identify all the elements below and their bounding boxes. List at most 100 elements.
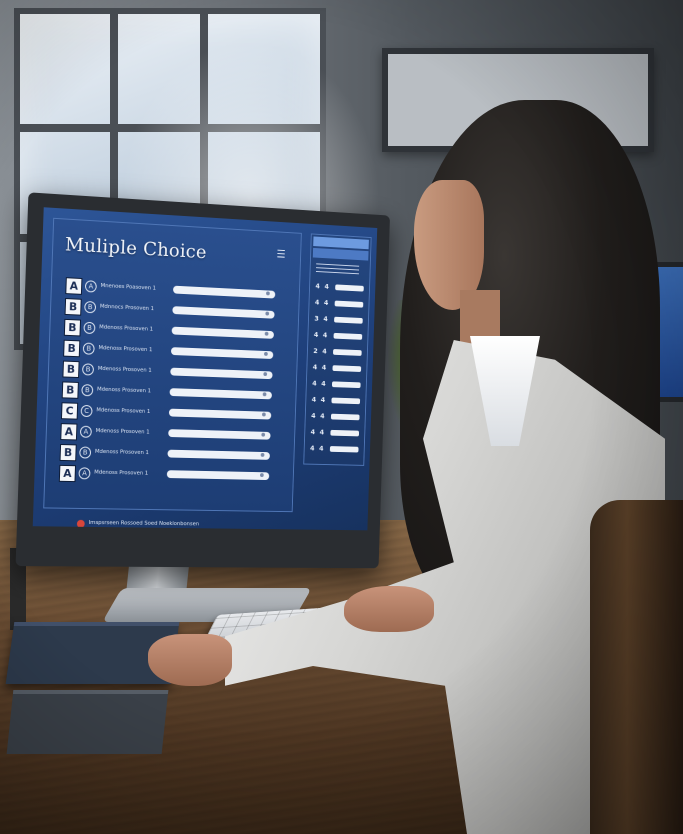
answer-input[interactable] (168, 429, 271, 440)
sidebar-number: 4 (324, 282, 329, 291)
sidebar-number: 3 (314, 314, 319, 323)
radio-option[interactable]: B (82, 342, 95, 355)
sidebar-number: 4 (320, 396, 326, 404)
sidebar-bar (330, 429, 360, 437)
question-text: Mdenoss Prosoven 1 (94, 469, 149, 477)
radio-option[interactable]: B (79, 446, 92, 459)
sidebar-row[interactable]: 44 (311, 412, 361, 422)
sidebar-row[interactable]: 34 (314, 315, 364, 326)
question-text: Mnenoes Poasoven 1 (100, 282, 157, 292)
answer-letter-box: C (60, 402, 79, 420)
question-row: A A Mdenoss Prosoven 1 (60, 423, 287, 447)
alert-icon (76, 519, 85, 528)
monitor-screen: Muliple Choice ☰ A A Mnenoes Poasoven 1BBM… (32, 207, 378, 531)
sidebar-row[interactable]: 44 (312, 380, 362, 390)
score-sidebar: 4444344424444444444444 (303, 233, 372, 466)
answer-input[interactable] (172, 285, 276, 299)
sidebar-text-lines (315, 263, 360, 278)
answer-letter-box: B (63, 339, 81, 358)
answer-input[interactable] (170, 367, 273, 380)
answer-letter-box: A (60, 423, 78, 441)
radio-option[interactable]: B (83, 321, 96, 335)
computer-monitor: Muliple Choice ☰ A A Mnenoes Poasoven 1BBM… (15, 192, 391, 569)
answer-input[interactable] (172, 306, 275, 319)
sidebar-number: 4 (315, 282, 320, 291)
answer-input[interactable] (169, 388, 272, 400)
right-hand (344, 586, 434, 632)
answer-letter-box: B (63, 318, 81, 337)
sidebar-number: 4 (322, 331, 328, 340)
answer-input[interactable] (171, 326, 274, 339)
answer-letter-box: B (62, 360, 80, 379)
question-text: Mdenoss Prosoven 1 (97, 365, 152, 374)
input-dot-icon (264, 331, 269, 336)
sidebar-number: 4 (313, 331, 319, 339)
sidebar-row[interactable]: 44 (310, 445, 360, 455)
question-row: B B Mdenoss Prosoven 1 (59, 444, 287, 467)
sidebar-number: 4 (320, 412, 325, 421)
sidebar-number: 4 (314, 298, 320, 307)
office-photo: Muliple Choice ☰ A A Mnenoes Poasoven 1BBM… (0, 0, 683, 834)
question-text: Mdenoss Prosoven 1 (94, 448, 149, 457)
radio-option[interactable]: B (84, 300, 97, 314)
answer-input[interactable] (166, 470, 270, 481)
menu-icon[interactable]: ☰ (276, 248, 285, 261)
radio-option[interactable]: C (80, 404, 93, 418)
sidebar-row[interactable]: 44 (315, 299, 365, 310)
footer-note: Imspsrseen Rossoed Soed Noeklonbonsen (88, 519, 200, 528)
radio-option[interactable]: B (81, 384, 94, 397)
sidebar-bar (331, 381, 361, 389)
sidebar-bar (333, 349, 362, 356)
question-row: A A Mdenoss Prosoven 1 (58, 464, 286, 487)
radio-option[interactable]: B (82, 363, 95, 376)
sidebar-number: 4 (323, 299, 329, 307)
sidebar-bar (331, 397, 361, 405)
sidebar-row[interactable]: 44 (310, 428, 360, 438)
left-hand (148, 634, 232, 686)
sidebar-bar (330, 413, 360, 421)
answer-letter-box: B (59, 444, 77, 462)
radio-option[interactable]: A (84, 280, 97, 293)
quiz-title: Muliple Choice (64, 233, 208, 264)
sidebar-number: 4 (321, 380, 326, 388)
question-text: Mdenoss Prosoven 1 (96, 386, 152, 395)
question-text: Mdenoss Prosoven 1 (99, 324, 154, 333)
answer-letter-box: A (65, 277, 83, 295)
sidebar-tab[interactable] (312, 247, 369, 261)
sidebar-row[interactable]: 44 (312, 396, 362, 406)
question-text: Mdenoss Prosoven 1 (96, 407, 151, 415)
input-dot-icon (266, 291, 270, 296)
input-dot-icon (265, 311, 270, 316)
sidebar-header (313, 236, 369, 250)
sidebar-bar (334, 300, 364, 308)
quiz-panel: Muliple Choice ☰ A A Mnenoes Poasoven 1BBM… (43, 217, 302, 528)
sidebar-number: 4 (311, 395, 317, 404)
answer-letter-box: B (61, 381, 79, 399)
answer-input[interactable] (168, 408, 272, 420)
sidebar-number: 4 (321, 363, 327, 372)
answer-letter-box: B (64, 298, 82, 316)
sidebar-number: 4 (323, 315, 328, 324)
sidebar-number: 4 (309, 444, 315, 453)
answer-input[interactable] (170, 347, 274, 360)
question-text: Mdnnocs Prosoven 1 (99, 303, 155, 313)
sidebar-row[interactable]: 24 (313, 347, 363, 358)
sidebar-bar (333, 332, 363, 340)
question-row: C C Mdenoss Prosoven 1 (60, 402, 288, 426)
sidebar-row[interactable]: 44 (313, 363, 363, 373)
sidebar-number: 4 (310, 428, 316, 437)
radio-option[interactable]: A (78, 467, 91, 480)
sidebar-row[interactable]: 44 (315, 282, 365, 293)
sidebar-bar (329, 446, 359, 453)
answer-letter-box: A (58, 464, 77, 483)
answer-input[interactable] (167, 449, 270, 460)
sidebar-number: 4 (319, 428, 325, 437)
sidebar-row[interactable]: 44 (314, 331, 364, 342)
question-text: Mdenoss Prosoven 1 (98, 345, 153, 354)
sidebar-bar (334, 316, 363, 324)
sidebar-number: 4 (311, 412, 316, 420)
sidebar-number: 4 (312, 363, 318, 372)
sidebar-number: 4 (312, 379, 317, 388)
question-text: Mdenoss Prosoven 1 (95, 428, 150, 436)
radio-option[interactable]: A (79, 425, 92, 438)
